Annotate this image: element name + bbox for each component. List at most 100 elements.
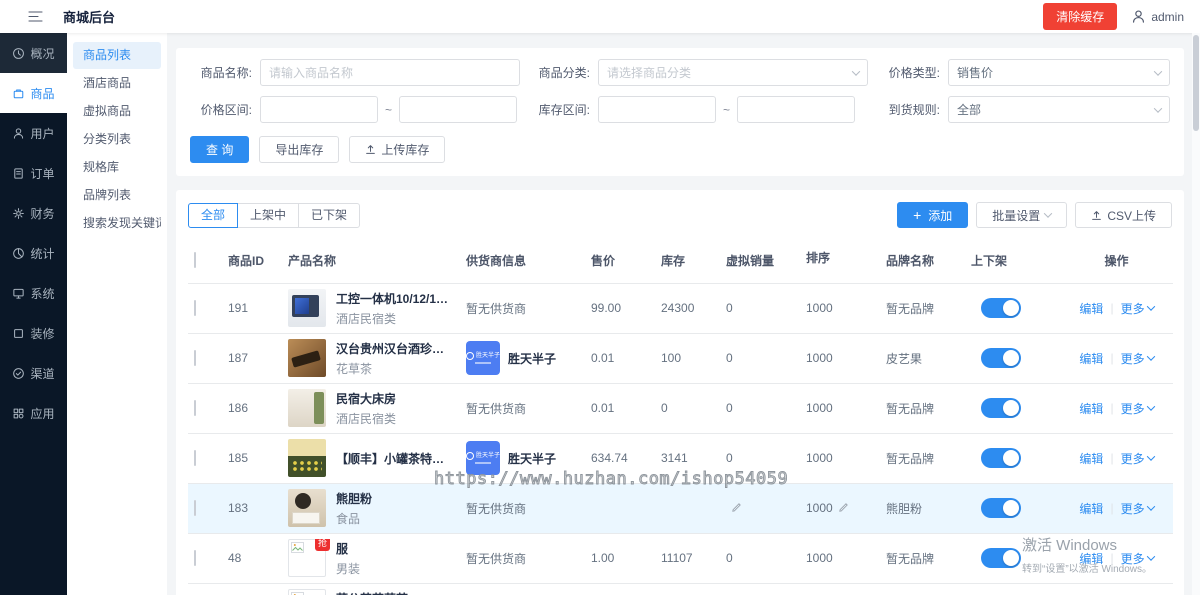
select-all-checkbox[interactable] — [194, 252, 196, 269]
submenu-item-规格库[interactable]: 规格库 — [73, 154, 161, 181]
more-link[interactable]: 更多 — [1121, 300, 1155, 317]
product-name: 民宿大床房 — [336, 391, 397, 406]
more-link[interactable]: 更多 — [1121, 350, 1155, 367]
submenu-item-分类列表[interactable]: 分类列表 — [73, 126, 161, 153]
edit-pencil-icon[interactable] — [838, 502, 849, 513]
upload-stock-button[interactable]: 上传库存 — [349, 136, 446, 163]
scrollbar-thumb[interactable] — [1193, 35, 1199, 131]
sort-cell: 1000 — [800, 283, 880, 334]
price-max-input[interactable] — [399, 96, 518, 123]
search-button[interactable]: 查 询 — [190, 136, 250, 163]
table-row: 47 蒲公英花草茶花草茶 暂无供货商28.00401000北京同仁堂 编辑|更多 — [188, 583, 1173, 595]
product-name-cell: 【顺丰】小罐茶特级龙... — [282, 433, 460, 484]
chevron-down-icon — [1146, 552, 1155, 561]
status-cell — [965, 583, 1060, 595]
price-cell: 99.00 — [585, 283, 655, 334]
column-header-库存: 库存 — [655, 240, 720, 284]
sidebar-item-装修[interactable]: 装修 — [0, 313, 67, 353]
price-min-input[interactable] — [260, 96, 378, 123]
sort-icons[interactable] — [834, 258, 840, 272]
batch-settings-button[interactable]: 批量设置 — [976, 202, 1068, 228]
submenu-item-酒店商品[interactable]: 酒店商品 — [73, 70, 161, 97]
edit-link[interactable]: 编辑 — [1079, 350, 1103, 367]
chevron-down-icon — [1146, 452, 1155, 461]
tab-上架中[interactable]: 上架中 — [237, 202, 300, 228]
tab-已下架[interactable]: 已下架 — [298, 202, 361, 228]
product-text: 工控一体机10/12/17/1... 酒店民宿类 — [336, 290, 454, 327]
menu-collapse-icon[interactable] — [28, 10, 43, 23]
supplier-name: 暂无供货商 — [466, 501, 527, 516]
brand-cell: 暂无品牌 — [880, 433, 965, 484]
admin-user-menu[interactable]: admin — [1131, 9, 1184, 24]
submenu-item-品牌列表[interactable]: 品牌列表 — [73, 182, 161, 209]
row-select-cell — [188, 583, 222, 595]
sidebar-item-渠道[interactable]: 渠道 — [0, 353, 67, 393]
stock-cell — [655, 483, 720, 534]
status-toggle[interactable] — [981, 448, 1021, 468]
supplier-name: 暂无供货商 — [466, 551, 527, 566]
decorate-icon — [12, 327, 25, 340]
edit-link[interactable]: 编辑 — [1079, 500, 1103, 517]
product-category-select[interactable]: 请选择商品分类 — [598, 59, 868, 86]
status-toggle[interactable] — [981, 548, 1021, 568]
product-name-cell: 熊胆粉 食品 — [282, 483, 460, 534]
row-checkbox[interactable] — [194, 400, 196, 416]
submenu-item-搜索发现关键词[interactable]: 搜索发现关键词 — [73, 210, 161, 237]
sidebar-item-财务[interactable]: 财务 — [0, 193, 67, 233]
more-link[interactable]: 更多 — [1121, 550, 1155, 567]
sort-cell: 1000 — [800, 483, 880, 534]
stock-max-input[interactable] — [737, 96, 856, 123]
submenu-item-虚拟商品[interactable]: 虚拟商品 — [73, 98, 161, 125]
sidebar-item-系统[interactable]: 系统 — [0, 273, 67, 313]
system-icon — [12, 287, 25, 300]
row-checkbox[interactable] — [194, 350, 196, 366]
product-id-cell: 185 — [222, 433, 282, 484]
status-toggle[interactable] — [981, 398, 1021, 418]
sidebar-item-概况[interactable]: 概况 — [0, 33, 67, 73]
submenu-item-商品列表[interactable]: 商品列表 — [73, 42, 161, 69]
status-toggle[interactable] — [981, 498, 1021, 518]
status-toggle[interactable] — [981, 298, 1021, 318]
product-name-input[interactable]: 请输入商品名称 — [260, 59, 520, 86]
sidebar-item-统计[interactable]: 统计 — [0, 233, 67, 273]
price-type-select[interactable]: 销售价 — [948, 59, 1170, 86]
channel-icon — [12, 367, 25, 380]
list-toolbar: 全部 上架中 已下架 + 添加 批量设置 CSV上传 — [188, 202, 1172, 228]
product-category: 酒店民宿类 — [336, 311, 397, 326]
row-checkbox[interactable] — [194, 500, 196, 516]
more-link[interactable]: 更多 — [1121, 450, 1155, 467]
sidebar-item-应用[interactable]: 应用 — [0, 393, 67, 433]
column-header-产品名称: 产品名称 — [282, 240, 460, 284]
sort-cell: 1000 — [800, 433, 880, 484]
column-header-操作: 操作 — [1060, 240, 1173, 284]
row-checkbox[interactable] — [194, 300, 196, 316]
add-product-button[interactable]: + 添加 — [897, 202, 969, 228]
more-link[interactable]: 更多 — [1121, 500, 1155, 517]
tab-全部[interactable]: 全部 — [188, 202, 239, 228]
sidebar-item-商品[interactable]: 商品 — [0, 73, 67, 113]
edit-link[interactable]: 编辑 — [1079, 300, 1103, 317]
sidebar-item-label: 概况 — [30, 46, 55, 61]
edit-link[interactable]: 编辑 — [1079, 450, 1103, 467]
more-link[interactable]: 更多 — [1121, 400, 1155, 417]
product-thumbnail — [288, 339, 326, 377]
arrival-rule-select[interactable]: 全部 — [948, 96, 1170, 123]
row-checkbox[interactable] — [194, 550, 196, 566]
stock-min-input[interactable] — [598, 96, 716, 123]
sidebar-item-订单[interactable]: 订单 — [0, 153, 67, 193]
csv-upload-button[interactable]: CSV上传 — [1075, 202, 1172, 228]
status-toggle[interactable] — [981, 348, 1021, 368]
stats-icon — [12, 247, 25, 260]
supplier-wrap: 胜天半子 胜天半子 — [466, 441, 579, 475]
edit-link[interactable]: 编辑 — [1079, 400, 1103, 417]
edit-pencil-icon[interactable] — [731, 502, 742, 513]
export-stock-button[interactable]: 导出库存 — [259, 136, 340, 163]
row-select-cell — [188, 533, 222, 584]
clear-cache-button[interactable]: 清除缓存 — [1043, 3, 1118, 30]
supplier-logo: 胜天半子 — [466, 341, 500, 375]
row-checkbox[interactable] — [194, 450, 196, 466]
sidebar-item-用户[interactable]: 用户 — [0, 113, 67, 153]
edit-link[interactable]: 编辑 — [1079, 550, 1103, 567]
product-name: 熊胆粉 — [336, 491, 373, 506]
price-cell: 0.01 — [585, 383, 655, 434]
